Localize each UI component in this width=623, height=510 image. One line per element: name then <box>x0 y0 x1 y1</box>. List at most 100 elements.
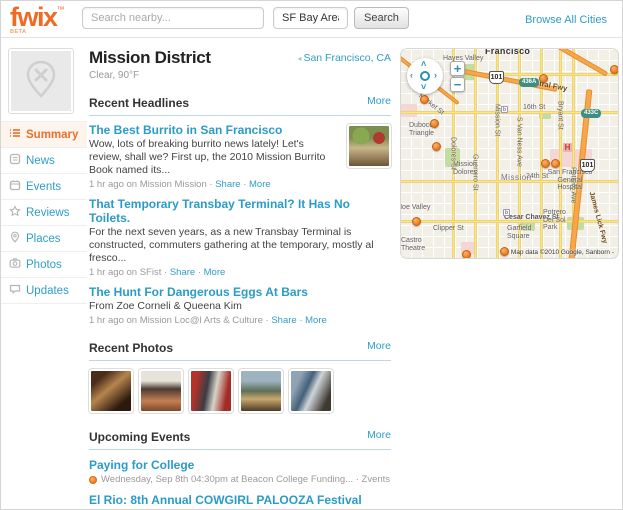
headline-item: The Hunt For Dangerous Eggs At Bars From… <box>89 278 391 326</box>
map-zoom-in-button[interactable]: + <box>450 61 465 76</box>
headline-meta: 1 hr ago on Mission Loc@l Arts & Culture… <box>89 315 327 326</box>
location-input[interactable] <box>273 7 348 29</box>
photo-thumbnail[interactable] <box>88 368 134 414</box>
map-label: 16th St <box>523 104 546 111</box>
headlines-section-header: Recent Headlines More <box>89 94 391 116</box>
sidebar-item-label: News <box>26 154 55 167</box>
back-to-city-link[interactable]: ◂ San Francisco, CA <box>297 52 391 64</box>
search-button[interactable]: Search <box>354 7 409 29</box>
place-marker[interactable] <box>462 250 471 258</box>
fwix-page: fwix™ BETA Search Browse All Cities Summ… <box>0 0 623 510</box>
share-link[interactable]: Share <box>170 267 195 278</box>
sidebar-item-events[interactable]: Events <box>1 174 87 200</box>
sidebar-item-summary[interactable]: Summary <box>1 121 87 148</box>
photos-section-header: Recent Photos More <box>89 339 391 361</box>
us-101-shield: 101 <box>489 71 504 84</box>
pan-center-icon[interactable] <box>420 71 430 81</box>
place-marker[interactable] <box>551 159 560 168</box>
pan-left-icon[interactable]: ‹ <box>410 70 413 80</box>
headline-link[interactable]: The Hunt For Dangerous Eggs At Bars <box>89 285 391 299</box>
map-zoom-out-button[interactable]: − <box>450 77 465 92</box>
camera-icon <box>9 257 21 272</box>
place-marker[interactable] <box>500 247 509 256</box>
more-link[interactable]: More <box>249 179 271 190</box>
main-content: Mission District Clear, 90°F ◂ San Franci… <box>88 38 392 509</box>
logo-trademark: ™ <box>56 5 65 14</box>
more-link[interactable]: More <box>305 315 327 326</box>
map-attribution: Map data ©2010 Google, Sanborn - <box>510 249 614 256</box>
pan-right-icon[interactable]: › <box>434 70 437 80</box>
photo-thumbnail[interactable] <box>138 368 184 414</box>
headlines-more-link[interactable]: More <box>367 95 391 107</box>
headline-link[interactable]: That Temporary Transbay Terminal? It Has… <box>89 197 391 225</box>
map-label: Mission Dolores <box>453 161 478 176</box>
headline-thumbnail[interactable] <box>346 123 392 169</box>
section-title: Recent Photos <box>89 341 174 355</box>
sidebar-item-label: Reviews <box>26 206 70 219</box>
map-label: Castro Theatre <box>401 237 426 252</box>
sidebar-item-label: Photos <box>26 258 62 271</box>
share-link[interactable]: Share <box>271 315 296 326</box>
events-section-header: Upcoming Events More <box>89 428 391 450</box>
sidebar-item-photos[interactable]: Photos <box>1 252 87 278</box>
photo-thumbnail[interactable] <box>188 368 234 414</box>
sidebar-item-news[interactable]: News <box>1 148 87 174</box>
pan-down-icon[interactable]: ˅ <box>421 82 426 92</box>
place-marker[interactable] <box>610 65 618 74</box>
map-label: Clipper St <box>433 225 464 232</box>
event-link[interactable]: Paying for College <box>89 458 391 472</box>
headline-link[interactable]: The Best Burrito in San Francisco <box>89 123 337 137</box>
photos-more-link[interactable]: More <box>367 340 391 352</box>
map-label: S Van Ness Ave <box>515 117 523 167</box>
map-pin-icon <box>9 231 21 246</box>
share-link[interactable]: Share <box>215 179 240 190</box>
sidebar-item-reviews[interactable]: Reviews <box>1 200 87 226</box>
neighborhood-map[interactable]: Francisco Hayes Valley Duboce Triangle M… <box>400 48 619 259</box>
logo-wordmark: fwix <box>10 2 58 32</box>
events-more-link[interactable]: More <box>367 429 391 441</box>
map-label: James Lick Fwy <box>587 191 609 245</box>
map-label: Mission <box>501 173 532 182</box>
star-icon <box>9 205 21 220</box>
sidebar-item-label: Updates <box>26 284 69 297</box>
headline-meta: 1 hr ago on SFist · Share · More <box>89 267 226 278</box>
place-marker[interactable] <box>412 217 421 226</box>
sidebar: Summary News Events Reviews Places Photo… <box>1 38 87 304</box>
place-marker[interactable] <box>420 95 429 104</box>
top-bar: fwix™ BETA Search Browse All Cities <box>1 1 622 38</box>
news-icon <box>9 153 21 168</box>
pan-up-icon[interactable]: ˄ <box>421 59 426 69</box>
exit-badge: 433C <box>581 109 602 118</box>
list-icon <box>9 127 21 142</box>
headline-item: That Temporary Transbay Terminal? It Has… <box>89 190 391 278</box>
pin-x-icon <box>24 59 58 104</box>
back-arrow-icon: ◂ <box>297 54 302 63</box>
browse-all-cities-link[interactable]: Browse All Cities <box>525 14 607 26</box>
photo-thumbnail[interactable] <box>238 368 284 414</box>
fwix-logo[interactable]: fwix™ BETA <box>10 2 65 35</box>
search-input[interactable] <box>82 7 264 29</box>
photos-row <box>88 361 391 415</box>
speech-bubble-icon <box>9 283 21 298</box>
sidebar-item-updates[interactable]: Updates <box>1 278 87 304</box>
event-item: El Rio: 8th Annual COWGIRL PALOOZA Festi… <box>89 485 391 509</box>
place-marker[interactable] <box>432 142 441 151</box>
place-marker[interactable] <box>539 74 548 83</box>
headline-excerpt: From Zoe Corneli & Queena Kim <box>89 300 242 312</box>
section-title: Recent Headlines <box>89 96 190 110</box>
us-101-shield: 101 <box>580 159 595 172</box>
place-marker[interactable] <box>430 119 439 128</box>
sidebar-item-places[interactable]: Places <box>1 226 87 252</box>
map-label: Garfield Square <box>507 225 532 240</box>
event-link[interactable]: El Rio: 8th Annual COWGIRL PALOOZA Festi… <box>89 493 391 507</box>
map-pan-control[interactable]: ˄ ˅ ‹ › <box>407 58 443 94</box>
event-source-icon <box>89 475 97 484</box>
transit-icon: b <box>503 209 510 216</box>
sidebar-item-label: Events <box>26 180 62 193</box>
headline-excerpt: Wow, lots of breaking burrito news latel… <box>89 138 326 176</box>
map-label: Mission St <box>493 104 501 137</box>
map-label: Bryant St <box>556 101 564 130</box>
photo-thumbnail[interactable] <box>288 368 334 414</box>
place-marker[interactable] <box>541 159 550 168</box>
more-link[interactable]: More <box>204 267 226 278</box>
